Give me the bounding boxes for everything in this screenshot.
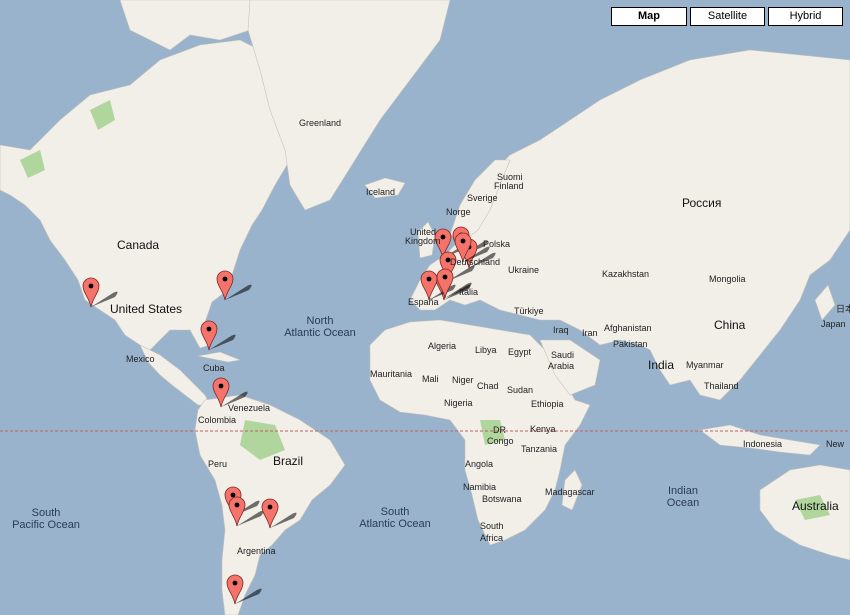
- label-venezuela: Venezuela: [228, 403, 271, 413]
- label-saudi-1: Saudi: [551, 350, 575, 360]
- label-afghanistan: Afghanistan: [604, 323, 652, 333]
- label-china: China: [714, 318, 746, 332]
- label-dr-congo-1: DR: [493, 425, 506, 435]
- label-algeria: Algeria: [428, 341, 457, 351]
- label-ukraine: Ukraine: [508, 265, 540, 275]
- marker-dot: [442, 274, 448, 280]
- marker-dot: [232, 580, 238, 586]
- label-south-atlantic-ocean: South Atlantic Ocean: [357, 506, 433, 530]
- label-ethiopia: Ethiopia: [531, 399, 564, 409]
- label-argentina: Argentina: [237, 546, 276, 556]
- label-kazakhstan: Kazakhstan: [602, 269, 650, 279]
- label-finland: Finland: [494, 181, 524, 191]
- label-iraq: Iraq: [553, 325, 569, 335]
- label-indonesia: Indonesia: [743, 439, 783, 449]
- label-north-atlantic-ocean: North Atlantic Ocean: [282, 315, 358, 339]
- label-nigeria: Nigeria: [444, 398, 473, 408]
- label-iran: Iran: [582, 328, 598, 338]
- label-dr-congo-2: Congo: [487, 436, 514, 446]
- label-angola: Angola: [465, 459, 494, 469]
- label-italia: Italia: [459, 287, 479, 297]
- label-deutschland: Deutschland: [450, 257, 501, 267]
- label-myanmar: Myanmar: [686, 360, 724, 370]
- label-libya: Libya: [475, 345, 497, 355]
- marker-dot: [267, 504, 273, 510]
- label-mauritania: Mauritania: [370, 369, 413, 379]
- marker-dot: [426, 276, 432, 282]
- label-sverige: Sverige: [467, 193, 498, 203]
- label-peru: Peru: [208, 459, 228, 469]
- label-south-pacific-ocean: South Pacific Ocean: [8, 507, 84, 531]
- label-south-africa-2: Africa: [480, 533, 504, 543]
- label-indian-ocean-line2: Ocean: [666, 497, 700, 509]
- label-united-states: United States: [110, 302, 183, 316]
- label-greenland: Greenland: [299, 118, 342, 128]
- label-chad: Chad: [477, 381, 499, 391]
- label-namibia: Namibia: [463, 482, 497, 492]
- marker-dot: [460, 238, 466, 244]
- label-norge: Norge: [446, 207, 471, 217]
- label-united-kingdom-2: Kingdom: [405, 236, 441, 246]
- label-mali: Mali: [422, 374, 439, 384]
- map-type-hybrid-button[interactable]: Hybrid: [768, 7, 843, 26]
- marker-dot: [88, 283, 94, 289]
- label-japan: Japan: [821, 319, 846, 329]
- label-pakistan: Pakistan: [613, 339, 648, 349]
- label-botswana: Botswana: [482, 494, 522, 504]
- label-indian-ocean-line1: Indian: [668, 485, 698, 497]
- label-brazil: Brazil: [273, 454, 304, 468]
- marker-dot: [230, 492, 236, 498]
- label-saudi-2: Arabia: [548, 361, 575, 371]
- label-polska: Polska: [483, 239, 511, 249]
- label-tanzania: Tanzania: [521, 444, 558, 454]
- label-north-atlantic-line2: Atlantic Ocean: [284, 327, 356, 339]
- map-type-map-button[interactable]: Map: [611, 7, 687, 26]
- map-type-satellite-button[interactable]: Satellite: [690, 7, 765, 26]
- label-iceland: Iceland: [366, 187, 396, 197]
- label-indian-ocean: Indian Ocean: [660, 485, 706, 509]
- label-niger: Niger: [452, 375, 474, 385]
- label-south-pacific-line2: Pacific Ocean: [12, 519, 80, 531]
- label-thailand: Thailand: [704, 381, 739, 391]
- label-mexico: Mexico: [126, 354, 155, 364]
- label-south-atlantic-line2: Atlantic Ocean: [359, 518, 431, 530]
- marker-dot: [218, 383, 224, 389]
- label-cuba: Cuba: [203, 363, 225, 373]
- marker-dot: [206, 326, 212, 332]
- label-south-atlantic-line1: South: [380, 506, 410, 518]
- label-madagascar: Madagascar: [545, 487, 595, 497]
- label-rossiya: Россия: [682, 196, 722, 210]
- marker-dot: [222, 276, 228, 282]
- label-canada: Canada: [117, 238, 160, 252]
- label-south-africa-1: South: [480, 521, 504, 531]
- label-espana: España: [408, 297, 439, 307]
- marker-dot: [234, 502, 240, 508]
- label-mongolia: Mongolia: [709, 274, 746, 284]
- label-turkiye: Türkiye: [514, 306, 544, 316]
- label-egypt: Egypt: [508, 347, 532, 357]
- label-north-atlantic-line1: North: [306, 315, 334, 327]
- label-new-zealand-partial: New: [826, 439, 845, 449]
- label-india: India: [648, 358, 675, 372]
- marker-dot: [440, 234, 446, 240]
- label-australia: Australia: [792, 499, 839, 513]
- label-south-pacific-line1: South: [31, 507, 61, 519]
- label-sudan: Sudan: [507, 385, 534, 395]
- label-japan-kanji: 日本: [836, 304, 850, 314]
- label-kenya: Kenya: [530, 424, 556, 434]
- label-colombia: Colombia: [198, 415, 237, 425]
